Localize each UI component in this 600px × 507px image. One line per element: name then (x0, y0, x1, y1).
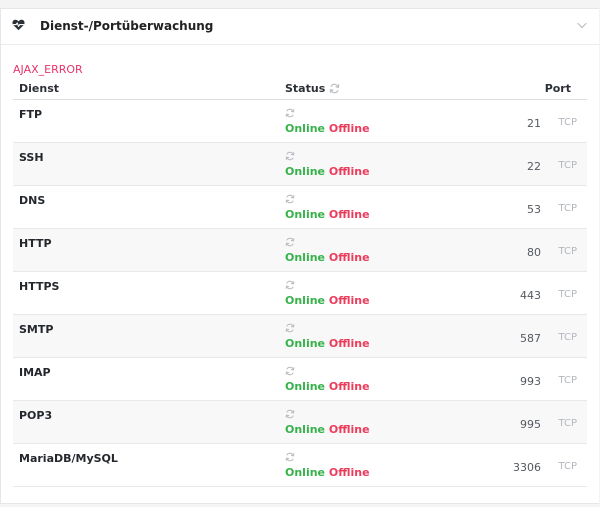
service-protocol: TCP (558, 160, 577, 171)
header-port: Port (544, 82, 571, 95)
service-port: 21 (527, 117, 541, 130)
service-protocol: TCP (558, 117, 577, 128)
service-protocol: TCP (558, 289, 577, 300)
status-online: Online (285, 208, 326, 221)
ajax-error-text: AJAX_ERROR (13, 63, 83, 76)
table-header: Dienst Status Port (13, 77, 587, 100)
status-online: Online (285, 337, 326, 350)
refresh-icon[interactable] (285, 194, 295, 204)
status-online: Online (285, 122, 326, 135)
status-offline: Offline (328, 294, 370, 307)
refresh-icon[interactable] (285, 237, 295, 247)
status-offline: Offline (328, 165, 370, 178)
service-status: Online Offline (285, 251, 370, 264)
table-row: POP3 Online Offline 995 TCP (13, 401, 587, 444)
service-name: FTP (19, 108, 43, 121)
service-protocol: TCP (558, 375, 577, 386)
service-status: Online Offline (285, 337, 370, 350)
status-offline: Offline (328, 251, 370, 264)
service-name: SMTP (19, 323, 54, 336)
service-port: 53 (527, 203, 541, 216)
service-status: Online Offline (285, 208, 370, 221)
table-row: HTTP Online Offline 80 TCP (13, 229, 587, 272)
panel-body: AJAX_ERROR Dienst Status Port FTP Online… (13, 63, 587, 487)
status-offline: Offline (328, 466, 370, 479)
table-row: FTP Online Offline 21 TCP (13, 100, 587, 143)
service-port: 22 (527, 160, 541, 173)
service-name: HTTP (19, 237, 52, 250)
chevron-down-icon[interactable] (577, 22, 587, 29)
status-offline: Offline (328, 380, 370, 393)
table-row: SSH Online Offline 22 TCP (13, 143, 587, 186)
panel-title: Dienst-/Portüberwachung (40, 19, 214, 33)
refresh-icon[interactable] (285, 409, 295, 419)
table-row: MariaDB/MySQL Online Offline 3306 TCP (13, 444, 587, 487)
service-name: IMAP (19, 366, 51, 379)
status-online: Online (285, 423, 326, 436)
status-offline: Offline (328, 208, 370, 221)
service-status: Online Offline (285, 294, 370, 307)
service-protocol: TCP (558, 461, 577, 472)
service-status: Online Offline (285, 423, 370, 436)
status-online: Online (285, 165, 326, 178)
refresh-icon[interactable] (285, 323, 295, 333)
status-online: Online (285, 466, 326, 479)
panel-header[interactable]: Dienst-/Portüberwachung (1, 9, 599, 45)
service-protocol: TCP (558, 246, 577, 257)
service-protocol: TCP (558, 332, 577, 343)
refresh-icon[interactable] (285, 151, 295, 161)
refresh-icon[interactable] (285, 108, 295, 118)
service-protocol: TCP (558, 203, 577, 214)
table-row: IMAP Online Offline 993 TCP (13, 358, 587, 401)
header-service: Dienst (19, 82, 59, 95)
refresh-icon[interactable] (329, 83, 340, 94)
header-status: Status (285, 82, 340, 95)
refresh-icon[interactable] (285, 280, 295, 290)
table-row: SMTP Online Offline 587 TCP (13, 315, 587, 358)
header-status-label: Status (285, 82, 326, 95)
service-port: 587 (520, 332, 541, 345)
service-table-body: FTP Online Offline 21 TCP SSH Online Off… (13, 100, 587, 487)
service-port: 443 (520, 289, 541, 302)
service-name: MariaDB/MySQL (19, 452, 118, 465)
status-online: Online (285, 251, 326, 264)
status-online: Online (285, 380, 326, 393)
service-port: 3306 (513, 461, 541, 474)
service-status: Online Offline (285, 165, 370, 178)
status-offline: Offline (328, 337, 370, 350)
heart-pulse-icon (12, 19, 25, 31)
service-name: POP3 (19, 409, 53, 422)
service-status: Online Offline (285, 466, 370, 479)
service-status: Online Offline (285, 380, 370, 393)
service-protocol: TCP (558, 418, 577, 429)
service-name: SSH (19, 151, 44, 164)
service-port: 995 (520, 418, 541, 431)
status-offline: Offline (328, 423, 370, 436)
service-name: HTTPS (19, 280, 60, 293)
service-monitor-panel: Dienst-/Portüberwachung AJAX_ERROR Diens… (0, 8, 599, 504)
status-offline: Offline (328, 122, 370, 135)
service-name: DNS (19, 194, 46, 207)
refresh-icon[interactable] (285, 452, 295, 462)
table-row: DNS Online Offline 53 TCP (13, 186, 587, 229)
service-status: Online Offline (285, 122, 370, 135)
service-port: 993 (520, 375, 541, 388)
table-row: HTTPS Online Offline 443 TCP (13, 272, 587, 315)
service-port: 80 (527, 246, 541, 259)
refresh-icon[interactable] (285, 366, 295, 376)
status-online: Online (285, 294, 326, 307)
